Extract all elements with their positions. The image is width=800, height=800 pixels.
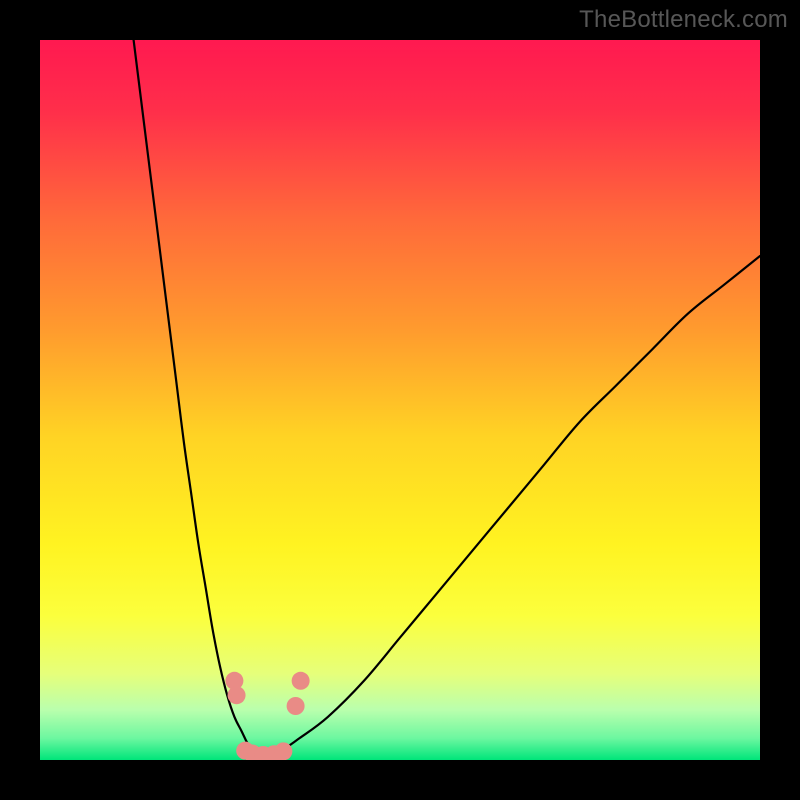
curve-right	[263, 256, 760, 756]
valley-point	[287, 697, 305, 715]
watermark-text: TheBottleneck.com	[579, 6, 788, 34]
chart-curves	[40, 40, 760, 760]
plot-area	[40, 40, 760, 760]
curve-left	[134, 40, 264, 756]
valley-point	[228, 686, 246, 704]
chart-frame: TheBottleneck.com	[0, 0, 800, 800]
valley-point	[274, 742, 292, 760]
valley-point	[292, 672, 310, 690]
threshold-valley-points	[225, 672, 309, 760]
